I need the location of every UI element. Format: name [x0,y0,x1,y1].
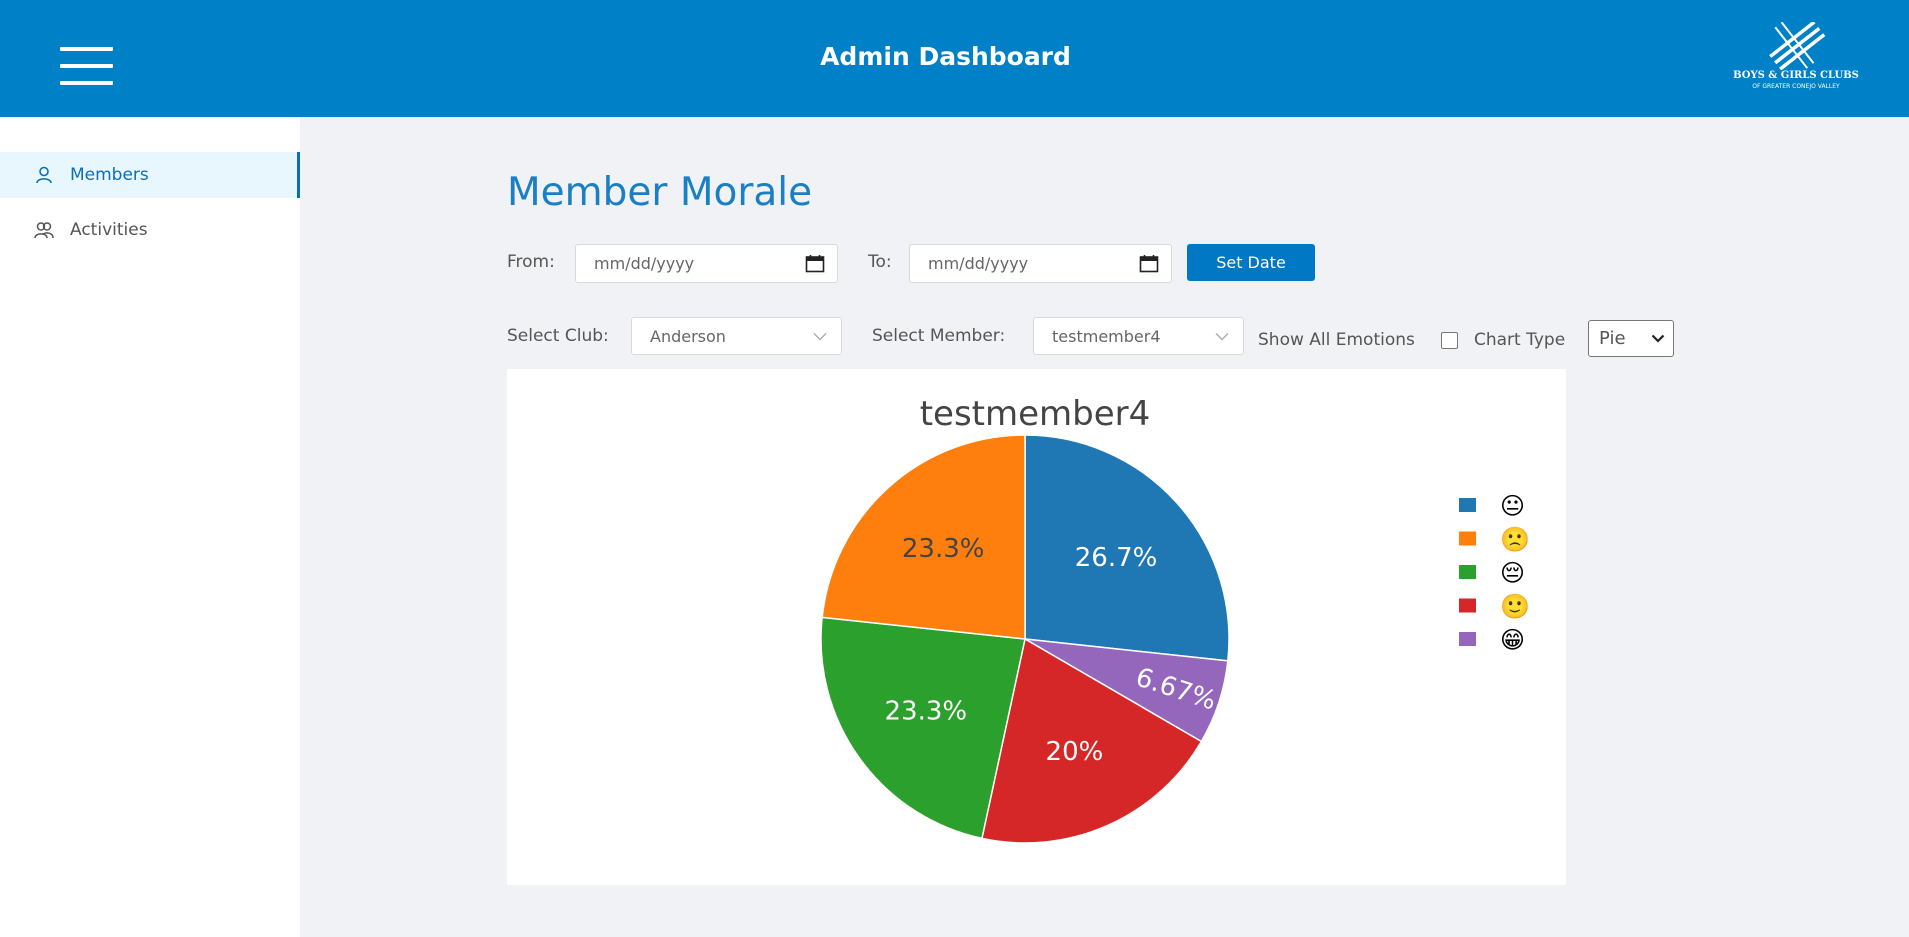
legend-emoji[interactable]: 🙂 [1500,594,1530,621]
club-logo-icon [1769,20,1826,71]
pie-slice-label: 23.3% [902,534,985,564]
to-label: To: [868,252,892,272]
chart-title: testmember4 [920,394,1151,434]
legend-swatch[interactable] [1459,531,1476,546]
sidebar-item-label: Activities [70,220,148,240]
top-bar: Admin Dashboard BOYS & GIRLS CLUBS OF GR… [0,0,1909,117]
logo-subtext: OF GREATER CONEJO VALLEY [1752,83,1840,90]
chevron-down-icon [1215,332,1229,340]
pie-slice-label: 23.3% [884,697,967,727]
legend-swatch[interactable] [1459,632,1476,646]
club-logo: BOYS & GIRLS CLUBS OF GREATER CONEJO VAL… [1718,20,1874,92]
from-label: From: [507,252,555,272]
chart-type-select[interactable]: Pie [1588,320,1674,357]
legend-emoji[interactable]: 🙁 [1500,527,1530,554]
calendar-icon[interactable] [1139,254,1159,273]
chart-type-label: Chart Type [1474,330,1566,350]
user-icon [36,166,52,184]
member-select-value: testmember4 [1052,326,1161,346]
club-select-value: Anderson [650,326,726,346]
pie-slice-label: 20% [1046,737,1104,767]
set-date-button[interactable]: Set Date [1187,244,1315,281]
show-all-emotions-label: Show All Emotions [1258,330,1415,350]
calendar-icon[interactable] [805,254,825,273]
from-date-input[interactable]: mm/dd/yyyy [575,244,838,283]
to-date-input[interactable]: mm/dd/yyyy [909,244,1172,283]
show-all-emotions-checkbox[interactable] [1441,332,1458,349]
from-date-placeholder: mm/dd/yyyy [594,254,695,273]
legend-swatch[interactable] [1459,565,1476,579]
sidebar-item-activities[interactable]: Activities [0,207,300,253]
select-club-label: Select Club: [507,326,609,346]
pie-chart: testmember4 26.7%6.67%20%23.3%23.3% 😐🙁😔🙂… [820,394,1530,844]
app-title: Admin Dashboard [820,42,1071,71]
legend-swatch[interactable] [1459,498,1476,512]
sidebar-item-members[interactable]: Members [0,152,300,198]
chevron-down-icon [813,332,827,340]
chevron-down-icon [1651,334,1665,343]
legend-emoji[interactable]: 😔 [1500,560,1525,587]
legend-emoji[interactable]: 😐 [1500,493,1525,520]
pie-slices [820,434,1230,844]
select-member-label: Select Member: [872,326,1006,346]
chart-type-value: Pie [1599,328,1626,349]
legend-swatch[interactable] [1459,598,1476,613]
logo-text: BOYS & GIRLS CLUBS [1733,70,1859,81]
club-select[interactable]: Anderson [631,317,842,355]
chart-legend: 😐 🙁 😔 🙂 😁 [1459,493,1530,654]
pie-slice-label: 26.7% [1075,543,1158,573]
sidebar-item-label: Members [70,165,149,185]
page-title: Member Morale [507,170,813,215]
chart-panel: testmember4 26.7% 6.67% 20% 23.3% 23.3% 😐 🙁 😔 🙂… [507,369,1566,885]
legend-emoji[interactable]: 😁 [1500,627,1525,654]
member-select[interactable]: testmember4 [1033,317,1244,355]
users-icon [34,222,54,239]
to-date-placeholder: mm/dd/yyyy [928,254,1029,273]
sidebar: Members Activities [0,117,300,937]
